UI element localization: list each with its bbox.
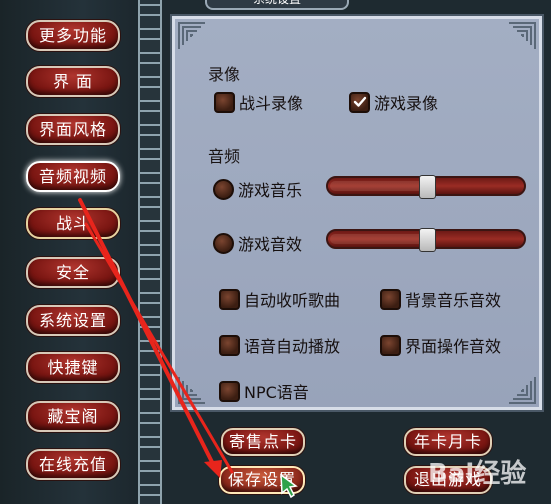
npc-voice-option[interactable]: NPC语音 [219,379,309,403]
game-sfx-toggle[interactable] [213,232,234,254]
window-title: 系统设置 [205,0,349,10]
settings-panel: 录像 战斗录像 游戏录像 音频 游戏音乐 游戏音效 自动收听歌曲 背景音乐音效 … [172,16,542,410]
watermark-logo: Bai经验 [428,458,526,489]
corner-ornament-icon [507,375,537,405]
ui-sfx-label: 界面操作音效 [405,337,502,356]
npc-voice-label: NPC语音 [244,383,309,402]
battle-recording-checkbox[interactable] [214,91,235,113]
game-music-label: 游戏音乐 [238,181,303,200]
consign-card-button[interactable]: 寄售点卡 [221,428,305,456]
game-music-slider[interactable] [326,175,526,199]
voice-autoplay-label: 语音自动播放 [244,337,341,356]
sidebar-item-battle[interactable]: 战斗 [26,208,120,239]
game-recording-checkbox[interactable] [349,91,370,113]
voice-autoplay-option[interactable]: 语音自动播放 [219,333,340,357]
sidebar-item-shortcuts[interactable]: 快捷键 [26,352,120,383]
game-music-option[interactable]: 游戏音乐 [213,177,302,201]
ui-sfx-checkbox[interactable] [380,334,401,356]
auto-listen-option[interactable]: 自动收听歌曲 [219,287,340,311]
game-recording-option[interactable]: 游戏录像 [349,90,438,114]
bg-music-sfx-label: 背景音乐音效 [405,291,502,310]
audio-section-title: 音频 [208,147,241,166]
watermark-text: Bai经验 [428,458,526,489]
corner-ornament-icon [177,375,207,405]
game-sfx-slider[interactable] [326,228,526,252]
game-recording-label: 游戏录像 [374,94,439,113]
battle-recording-label: 战斗录像 [239,94,304,113]
sidebar-item-interface-style[interactable]: 界面风格 [26,114,120,145]
voice-autoplay-checkbox[interactable] [219,334,240,356]
bg-music-sfx-option[interactable]: 背景音乐音效 [380,287,501,311]
corner-ornament-icon [177,21,207,51]
sidebar: 更多功能 界 面 界面风格 音频视频 战斗 安全 系统设置 快捷键 藏宝阁 在线… [0,0,138,504]
game-music-slider-thumb[interactable] [419,175,436,199]
auto-listen-checkbox[interactable] [219,288,240,310]
game-sfx-option[interactable]: 游戏音效 [213,231,302,255]
game-music-toggle[interactable] [213,178,234,200]
sidebar-item-security[interactable]: 安全 [26,257,120,288]
sidebar-item-audio-video[interactable]: 音频视频 [26,161,120,192]
sidebar-item-interface[interactable]: 界 面 [26,66,120,97]
npc-voice-checkbox[interactable] [219,380,240,402]
sidebar-item-more-features[interactable]: 更多功能 [26,20,120,51]
battle-recording-option[interactable]: 战斗录像 [214,90,303,114]
game-music-slider-fill [330,181,428,191]
bg-music-sfx-checkbox[interactable] [380,288,401,310]
game-sfx-slider-thumb[interactable] [419,228,436,252]
sidebar-item-system-settings[interactable]: 系统设置 [26,305,120,336]
greek-key-border [138,0,162,504]
check-icon [353,96,366,107]
corner-ornament-icon [507,21,537,51]
recording-section-title: 录像 [208,65,241,84]
game-sfx-label: 游戏音效 [238,235,303,254]
ui-sfx-option[interactable]: 界面操作音效 [380,333,501,357]
pointer-cursor-icon [280,473,298,499]
auto-listen-label: 自动收听歌曲 [244,291,341,310]
game-sfx-slider-fill [330,234,428,244]
sidebar-item-treasure-pavilion[interactable]: 藏宝阁 [26,401,120,432]
sidebar-item-online-recharge[interactable]: 在线充值 [26,449,120,480]
